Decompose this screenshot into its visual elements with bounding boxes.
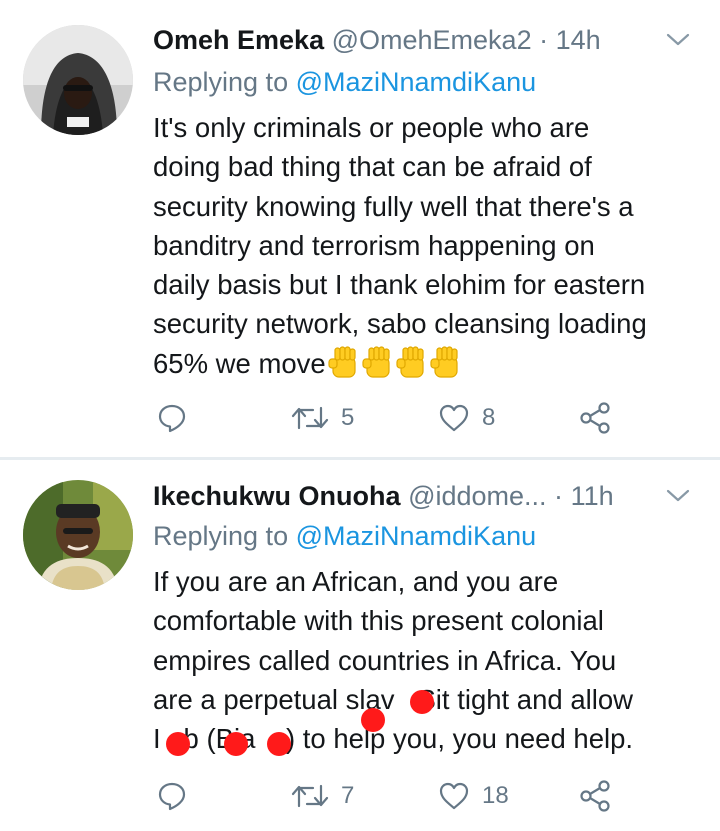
reply-icon: [158, 404, 186, 433]
separator-dot: ·: [539, 25, 549, 55]
chevron-down-icon[interactable]: [666, 30, 690, 50]
share-icon: [580, 402, 610, 434]
text-line: daily basis but I thank elohim for easte…: [153, 269, 646, 301]
text-line: It's only criminals or people who are: [153, 112, 590, 143]
chevron-down-icon[interactable]: [666, 486, 690, 506]
text-line: 65% we move: [153, 347, 326, 379]
author-handle[interactable]: @OmehEmeka2: [332, 25, 532, 55]
like-button[interactable]: 8: [438, 398, 495, 438]
text-line: banditry and terrorism happening on: [153, 229, 595, 261]
red-dot-marker: [166, 732, 190, 756]
retweet-count: 7: [341, 782, 355, 809]
text-line-with-emoji: 65% we move: [153, 344, 698, 389]
separator-dot: ·: [554, 481, 564, 511]
like-count: 18: [482, 782, 509, 809]
text-line: If you are an African, and you are: [153, 566, 559, 597]
retweet-icon: [291, 784, 329, 808]
share-button[interactable]: [579, 398, 611, 438]
reply-icon: [158, 782, 186, 811]
timestamp[interactable]: 14h: [556, 25, 601, 55]
share-button[interactable]: [579, 776, 611, 816]
retweet-icon: [291, 406, 329, 430]
text-line: empires called countries in Africa. You: [153, 644, 617, 676]
text-line: security network, sabo cleansing loading: [153, 308, 647, 340]
text-line: security knowing fully well that there's…: [153, 190, 634, 222]
avatar[interactable]: [23, 25, 133, 135]
tweet-actions: 7 18: [153, 776, 623, 816]
text-line: doing bad thing that can be afraid of: [153, 151, 592, 183]
red-dot-marker: [267, 732, 291, 756]
tweet-actions: 5 8: [153, 398, 623, 438]
avatar[interactable]: [23, 480, 133, 590]
like-count: 8: [482, 404, 496, 431]
author-name[interactable]: Omeh Emeka: [153, 25, 324, 55]
timestamp[interactable]: 11h: [571, 481, 614, 511]
text-line: comfortable with this present colonial: [153, 605, 604, 637]
tweet-text: It's only criminals or people who are do…: [153, 108, 698, 389]
retweet-count: 5: [341, 404, 355, 431]
mention-link[interactable]: @MaziNnamdiKanu: [296, 67, 537, 97]
reply-button[interactable]: [157, 776, 187, 816]
reply-button[interactable]: [157, 398, 187, 438]
replying-to: Replying to @MaziNnamdiKanu: [153, 518, 536, 554]
tweet-text: If you are an African, and you are comfo…: [153, 562, 698, 758]
replying-to-label: Replying to: [153, 521, 289, 551]
replying-to: Replying to @MaziNnamdiKanu: [153, 64, 536, 100]
like-button[interactable]: 18: [438, 776, 509, 816]
retweet-button[interactable]: 7: [291, 776, 354, 816]
red-dot-marker: [224, 732, 248, 756]
tweet[interactable]: Omeh Emeka @OmehEmeka2 · 14h Replying to…: [0, 0, 720, 457]
author-name[interactable]: Ikechukwu Onuoha: [153, 481, 401, 511]
red-dot-marker: [410, 690, 434, 714]
retweet-button[interactable]: 5: [291, 398, 354, 438]
tweet-header: Omeh Emeka @OmehEmeka2 · 14h: [153, 18, 690, 62]
replying-to-label: Replying to: [153, 67, 289, 97]
tweet-header: Ikechukwu Onuoha @iddome... · 11h: [153, 474, 690, 518]
heart-icon: [439, 404, 469, 432]
author-handle[interactable]: @iddome...: [408, 481, 546, 511]
share-icon: [580, 780, 610, 812]
heart-icon: [439, 782, 469, 810]
mention-link[interactable]: @MaziNnamdiKanu: [296, 521, 537, 551]
raised-fist-emoji-icon: [326, 345, 462, 389]
tweet[interactable]: Ikechukwu Onuoha @iddome... · 11h Replyi…: [0, 460, 720, 831]
red-dot-marker: [361, 708, 385, 732]
